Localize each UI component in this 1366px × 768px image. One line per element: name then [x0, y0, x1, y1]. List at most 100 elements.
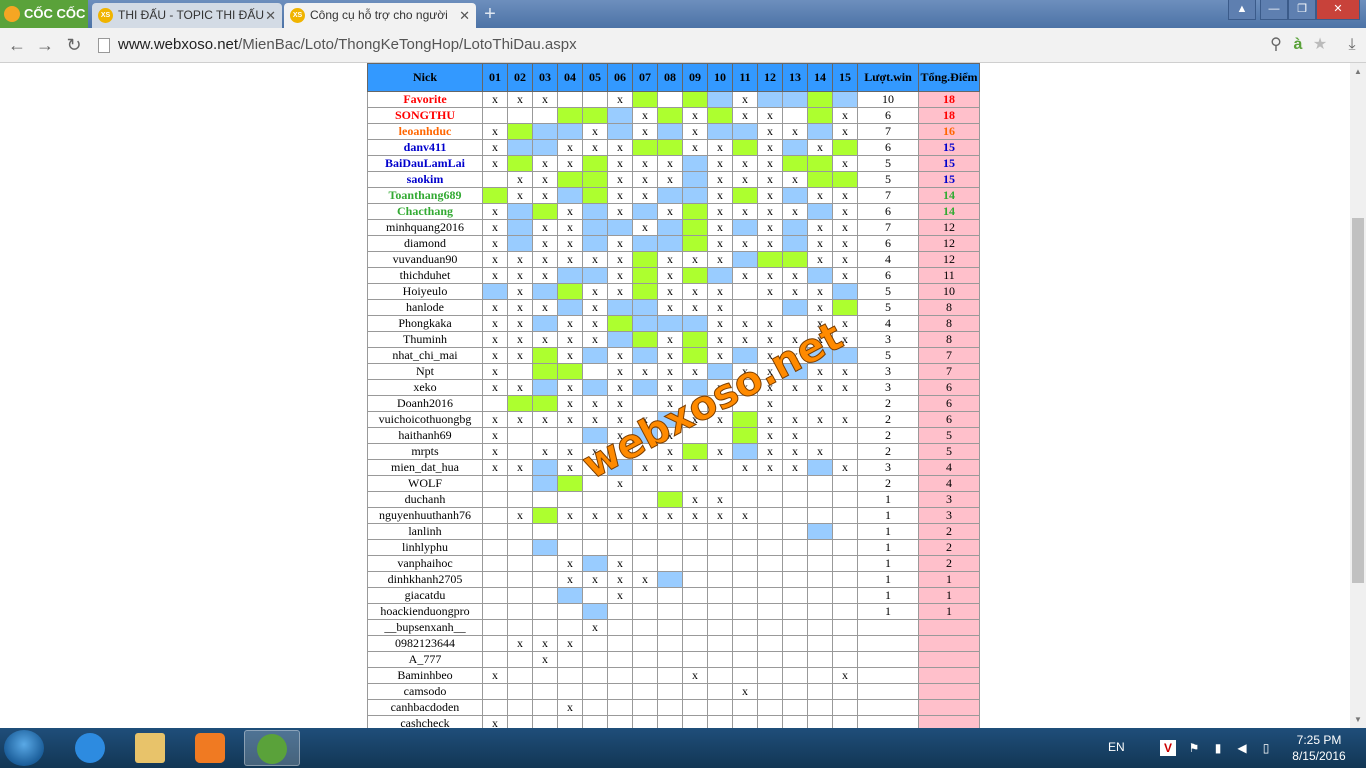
player-nick[interactable]: Chacthang	[367, 203, 483, 220]
player-nick[interactable]: Favorite	[367, 91, 483, 108]
player-nick[interactable]: Npt	[367, 363, 483, 380]
player-nick[interactable]: mien_dat_hua	[367, 459, 483, 476]
player-nick[interactable]: nguyenhuuthanh76	[367, 507, 483, 524]
player-nick[interactable]: Toanthang689	[367, 187, 483, 204]
player-nick[interactable]: xeko	[367, 379, 483, 396]
player-nick[interactable]: saokim	[367, 171, 483, 188]
player-nick[interactable]: WOLF	[367, 475, 483, 492]
system-clock[interactable]: 7:25 PM 8/15/2016	[1284, 732, 1354, 764]
player-nick[interactable]: duchanh	[367, 491, 483, 508]
player-nick[interactable]: Hoiyeulo	[367, 283, 483, 300]
player-nick[interactable]: diamond	[367, 235, 483, 252]
download-icon[interactable]: ⤓	[1342, 34, 1362, 56]
player-nick[interactable]: __bupsenxanh__	[367, 619, 483, 636]
day-cell	[657, 667, 683, 684]
minimize-button[interactable]: —	[1260, 0, 1288, 20]
day-cell: x	[807, 443, 833, 460]
url-host: www.webxoso.net	[118, 36, 239, 53]
day-cell	[832, 539, 858, 556]
battery-icon[interactable]: ▯	[1258, 740, 1274, 756]
taskbar-media[interactable]	[182, 730, 238, 766]
scroll-up-icon[interactable]: ▲	[1354, 67, 1362, 76]
player-nick[interactable]: SONGTHU	[367, 107, 483, 124]
player-nick[interactable]: vuvanduan90	[367, 251, 483, 268]
player-nick[interactable]: nhat_chi_mai	[367, 347, 483, 364]
player-nick[interactable]: haithanh69	[367, 427, 483, 444]
day-cell	[732, 603, 758, 620]
reload-icon[interactable]: ↻	[63, 34, 85, 56]
day-cell: x	[532, 187, 558, 204]
close-tab-icon[interactable]: ✕	[265, 3, 276, 28]
day-cell: x	[707, 315, 733, 332]
zoom-icon[interactable]: ⚲	[1266, 34, 1286, 56]
player-nick[interactable]: giacatdu	[367, 587, 483, 604]
tab-thi-dau[interactable]: XS THI ĐẤU - TOPIC THI ĐẤU ✕	[92, 3, 282, 28]
day-cell	[632, 91, 658, 108]
player-nick[interactable]: Phongkaka	[367, 315, 483, 332]
day-cell	[607, 635, 633, 652]
flag-icon[interactable]: ⚑	[1186, 740, 1202, 756]
close-tab-icon[interactable]: ✕	[459, 3, 470, 28]
spell-icon[interactable]: à	[1288, 34, 1308, 56]
player-nick[interactable]: danv411	[367, 139, 483, 156]
day-cell	[557, 603, 583, 620]
player-nick[interactable]: canhbacdoden	[367, 699, 483, 716]
taskbar-explorer[interactable]	[122, 730, 178, 766]
page-scrollbar[interactable]: ▲ ▼	[1350, 63, 1366, 728]
player-nick[interactable]: vanphaihoc	[367, 555, 483, 572]
maximize-button[interactable]: ❐	[1288, 0, 1316, 20]
player-nick[interactable]: A_777	[367, 651, 483, 668]
player-nick[interactable]: camsodo	[367, 683, 483, 700]
bookmark-star-icon[interactable]: ★	[1310, 34, 1330, 56]
start-button[interactable]	[4, 730, 44, 766]
table-row: Phongkaka x x x x x x x x x 4 8	[367, 315, 980, 332]
day-cell	[532, 139, 558, 156]
player-nick[interactable]: lanlinh	[367, 523, 483, 540]
taskbar-coccoc[interactable]	[244, 730, 300, 766]
column-header-points: Tổng.Điểm	[918, 63, 980, 92]
back-icon[interactable]: ←	[6, 34, 28, 56]
player-nick[interactable]: hanlode	[367, 299, 483, 316]
column-header-day: 10	[707, 63, 733, 92]
player-nick[interactable]: Baminhbeo	[367, 667, 483, 684]
close-window-button[interactable]: ✕	[1316, 0, 1360, 20]
forward-icon[interactable]: →	[34, 34, 56, 56]
day-cell	[582, 379, 608, 396]
player-nick[interactable]: dinhkhanh2705	[367, 571, 483, 588]
day-cell	[782, 155, 808, 172]
taskbar-ie[interactable]	[62, 730, 118, 766]
day-cell	[832, 427, 858, 444]
scroll-down-icon[interactable]: ▼	[1354, 715, 1362, 724]
scroll-thumb[interactable]	[1352, 218, 1364, 583]
day-cell	[682, 587, 708, 604]
player-nick[interactable]: Doanh2016	[367, 395, 483, 412]
player-nick[interactable]: hoackienduongpro	[367, 603, 483, 620]
address-bar[interactable]: www.webxoso.net/MienBac/Loto/ThongKeTong…	[96, 32, 1336, 58]
player-nick[interactable]: leoanhduc	[367, 123, 483, 140]
points-cell: 16	[918, 123, 980, 140]
player-nick[interactable]: Thuminh	[367, 331, 483, 348]
browser-brand[interactable]: CỐC CỐC	[0, 0, 88, 28]
player-nick[interactable]: BaiDauLamLai	[367, 155, 483, 172]
player-nick[interactable]: vuichoicothuongbg	[367, 411, 483, 428]
new-tab-button[interactable]: +	[480, 4, 500, 24]
language-indicator[interactable]: EN	[1108, 740, 1125, 754]
profile-icon[interactable]: ▲	[1228, 0, 1256, 20]
day-cell	[682, 619, 708, 636]
tab-title: THI ĐẤU - TOPIC THI ĐẤU	[118, 8, 265, 22]
player-nick[interactable]: linhlyphu	[367, 539, 483, 556]
coccoc-icon	[257, 734, 287, 764]
volume-icon[interactable]: ◀	[1234, 740, 1250, 756]
wins-cell: 2	[857, 395, 919, 412]
player-nick[interactable]: 0982123644	[367, 635, 483, 652]
player-nick[interactable]: cashcheck	[367, 715, 483, 728]
network-icon[interactable]: ▮	[1210, 740, 1226, 756]
day-cell: x	[707, 251, 733, 268]
player-nick[interactable]: thichduhet	[367, 267, 483, 284]
url-path: /MienBac/Loto/ThongKeTongHop/LotoThiDau.…	[238, 36, 577, 53]
tab-cong-cu[interactable]: XS Công cụ hỗ trợ cho người ✕	[284, 3, 476, 28]
player-nick[interactable]: mrpts	[367, 443, 483, 460]
day-cell: x	[557, 379, 583, 396]
v-antivirus-icon[interactable]: V	[1160, 740, 1176, 756]
player-nick[interactable]: minhquang2016	[367, 219, 483, 236]
